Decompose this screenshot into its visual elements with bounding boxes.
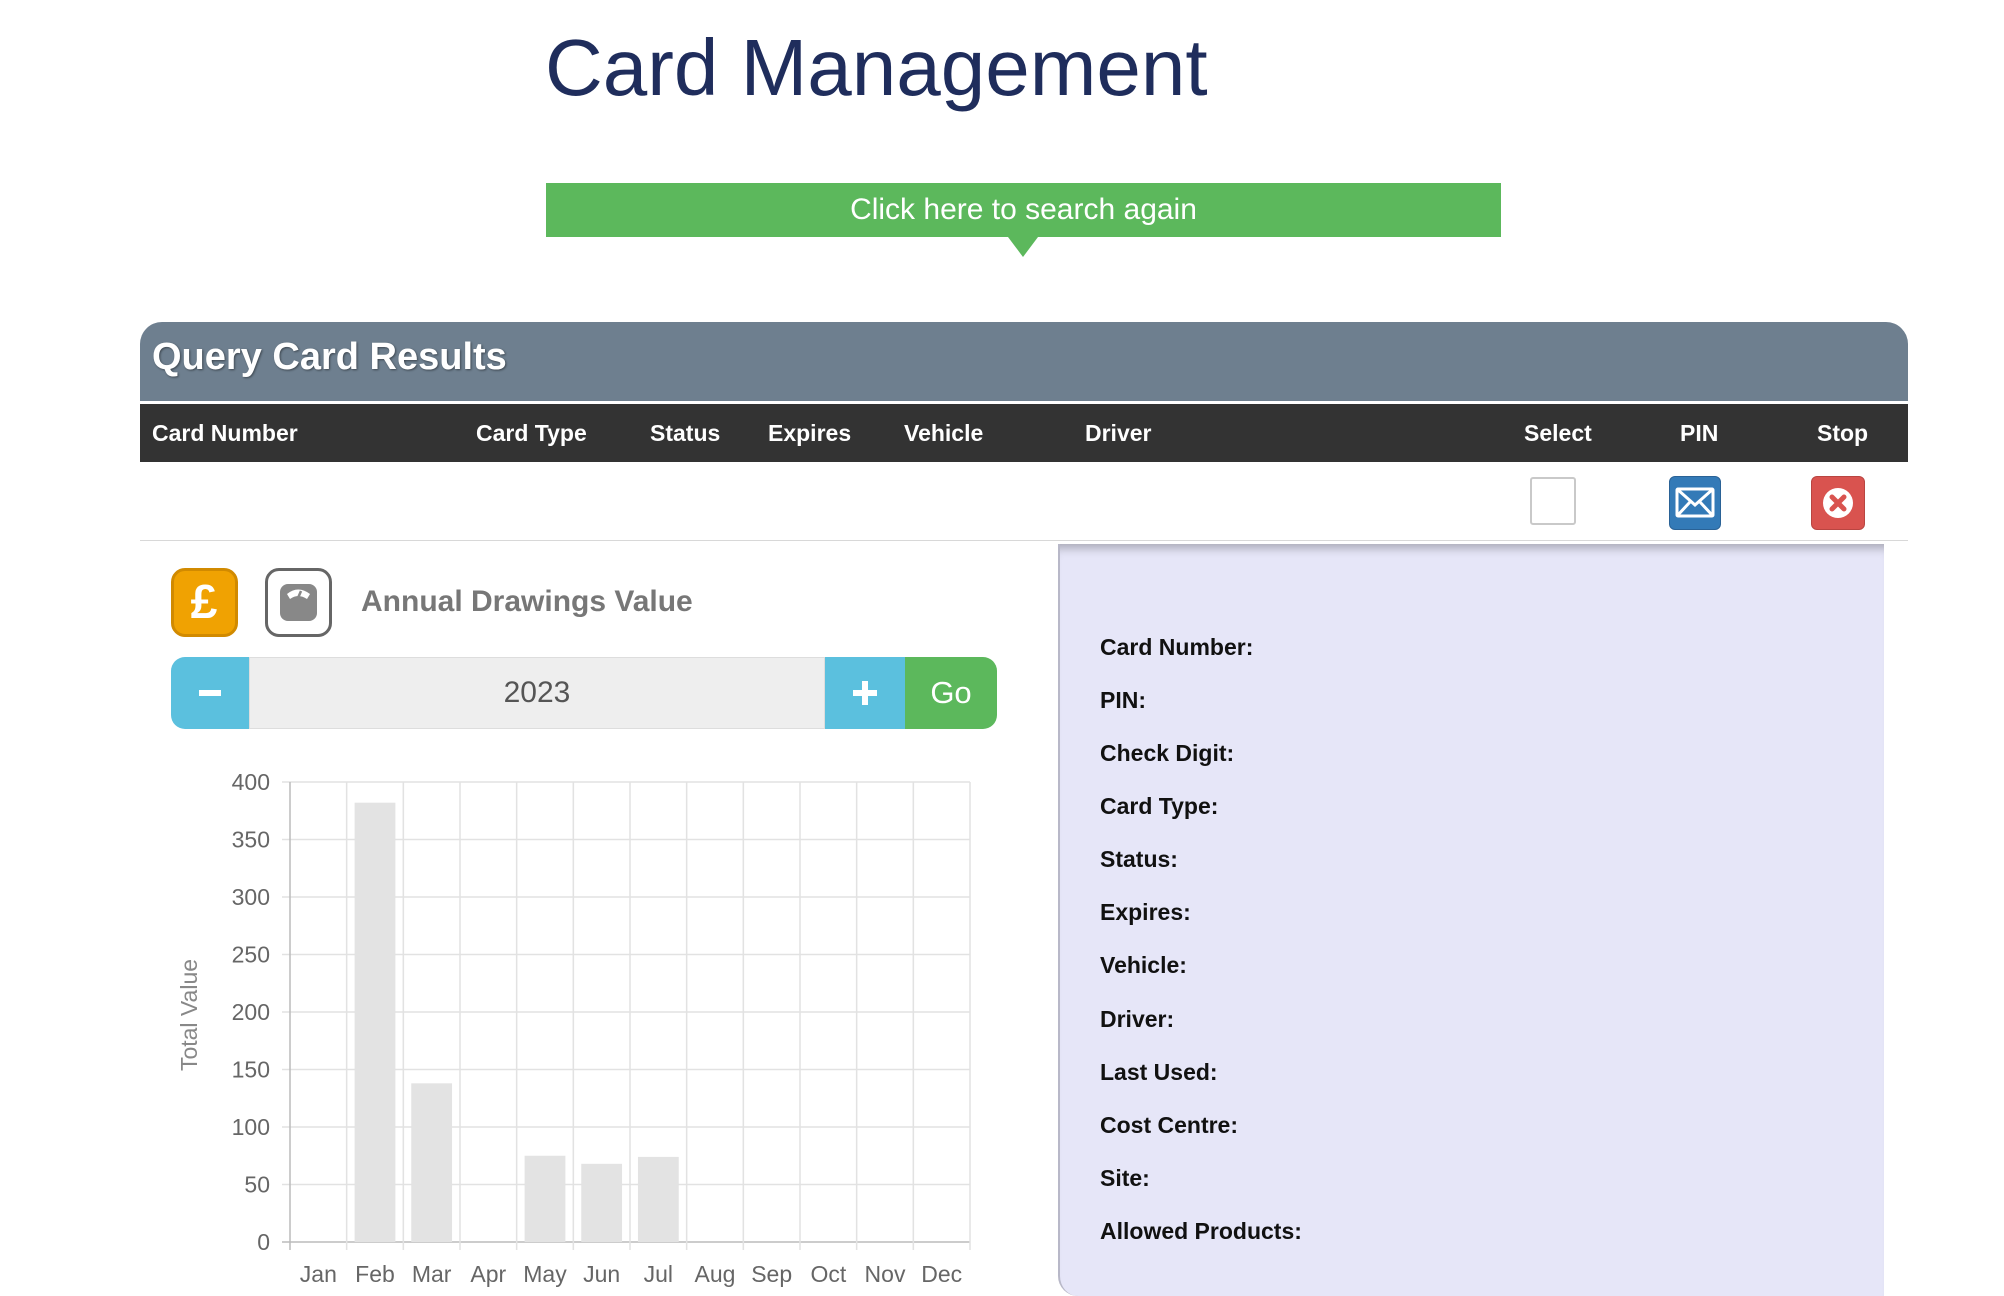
detail-vehicle-label: Vehicle: <box>1100 952 1187 978</box>
scale-icon <box>280 584 317 621</box>
x-circle-icon <box>1823 488 1853 518</box>
annual-drawings-chart: 0 50 100 150 200 250 300 350 400 Jan Feb Mar Apr May… <box>176 769 971 1287</box>
chart-x-tick-label: Apr <box>470 1261 506 1287</box>
chart-y-tick-label: 350 <box>232 827 270 853</box>
detail-card-number-label: Card Number: <box>1100 634 1254 660</box>
chart-y-tick-label: 250 <box>232 942 270 968</box>
chart-x-tick-label: Jan <box>300 1261 337 1287</box>
column-card-type[interactable]: Card Type <box>476 420 587 447</box>
value-view-button[interactable]: £ <box>171 568 238 637</box>
detail-expires-label: Expires: <box>1100 899 1191 925</box>
volume-view-button[interactable] <box>265 568 332 637</box>
detail-status-label: Status: <box>1100 846 1178 872</box>
detail-allowed-products-label: Allowed Products: <box>1100 1218 1302 1244</box>
column-status[interactable]: Status <box>650 420 720 447</box>
chart-bar-jul[interactable] <box>637 1156 679 1242</box>
results-title: Query Card Results <box>152 336 507 378</box>
chart-x-tick-label: Dec <box>921 1261 962 1287</box>
select-checkbox[interactable] <box>1530 477 1576 525</box>
row-divider <box>140 540 1908 541</box>
chart-bar-may[interactable] <box>524 1155 566 1242</box>
year-input[interactable] <box>249 657 825 729</box>
chart-x-tick-label: Nov <box>865 1261 906 1287</box>
search-again-button[interactable]: Click here to search again <box>546 183 1501 237</box>
chart-y-tick-label: 0 <box>257 1229 270 1255</box>
detail-card-type-label: Card Type: <box>1100 793 1219 819</box>
chart-x-tick-label: Sep <box>751 1261 792 1287</box>
chart-x-tick-label: May <box>523 1261 567 1287</box>
chart-bar-mar[interactable] <box>411 1083 453 1242</box>
chart-bar-feb[interactable] <box>354 802 396 1242</box>
chart-y-axis-label: Total Value <box>176 959 202 1071</box>
search-button-pointer <box>1008 237 1038 257</box>
svg-text:£: £ <box>191 576 218 629</box>
column-select: Select <box>1524 420 1592 446</box>
chart-y-tick-label: 400 <box>232 769 270 795</box>
year-decrement-button[interactable] <box>171 657 249 729</box>
chart-x-tick-label: Jun <box>583 1261 620 1287</box>
go-button[interactable]: Go <box>905 657 997 729</box>
pin-button[interactable] <box>1669 476 1721 530</box>
chart-y-tick-label: 50 <box>244 1172 270 1198</box>
chart-y-tick-label: 100 <box>232 1114 270 1140</box>
chart-x-tick-label: Feb <box>355 1261 395 1287</box>
column-stop: Stop <box>1817 420 1869 446</box>
chart-x-tick-label: Mar <box>412 1261 452 1287</box>
column-expires[interactable]: Expires <box>768 420 851 447</box>
chart-x-tick-label: Jul <box>644 1261 673 1287</box>
detail-pin-label: PIN: <box>1100 687 1146 713</box>
detail-check-digit-label: Check Digit: <box>1100 740 1235 766</box>
year-increment-button[interactable] <box>825 657 905 729</box>
plus-icon <box>853 681 877 705</box>
table-header <box>140 404 1908 462</box>
column-driver[interactable]: Driver <box>1085 420 1151 447</box>
column-card-number[interactable]: Card Number <box>152 420 298 447</box>
chart-x-tick-label: Oct <box>810 1261 846 1287</box>
chart-y-tick-label: 300 <box>232 884 270 910</box>
minus-icon <box>199 690 221 696</box>
year-selector: Go <box>171 657 997 729</box>
detail-cost-centre-label: Cost Centre: <box>1100 1112 1239 1138</box>
detail-site-label: Site: <box>1100 1165 1150 1191</box>
pound-icon: £ <box>191 576 218 629</box>
page-title: Card Management <box>545 23 1208 112</box>
detail-last-used-label: Last Used: <box>1100 1059 1218 1085</box>
column-pin: PIN <box>1680 420 1719 446</box>
chart-y-tick-label: 200 <box>232 999 270 1025</box>
chart-bar-jun[interactable] <box>581 1163 623 1242</box>
column-vehicle[interactable]: Vehicle <box>904 420 983 447</box>
annual-drawings-title: Annual Drawings Value <box>361 585 693 618</box>
chart-y-tick-label: 150 <box>232 1057 270 1083</box>
detail-driver-label: Driver: <box>1100 1006 1175 1032</box>
stop-button[interactable] <box>1811 476 1865 530</box>
envelope-icon <box>1675 487 1715 518</box>
chart-x-tick-label: Aug <box>695 1261 736 1287</box>
